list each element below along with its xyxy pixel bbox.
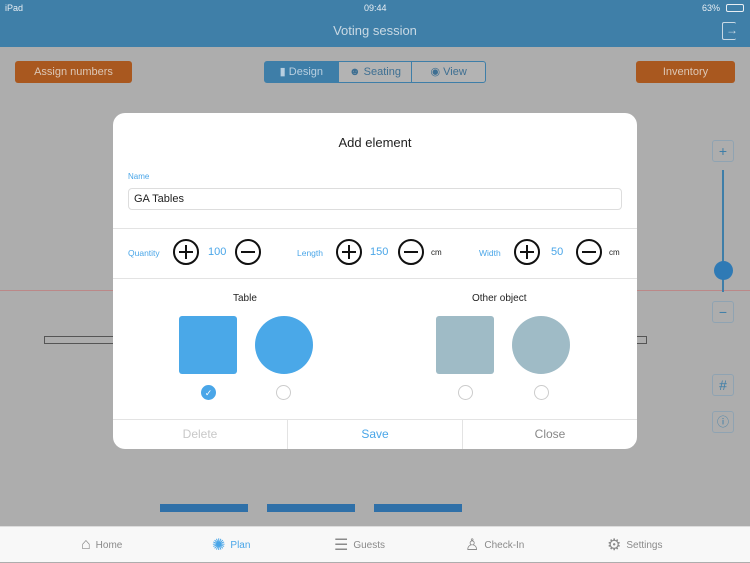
tab-label: Plan [230, 539, 251, 551]
width-unit: cm [609, 248, 620, 257]
tab-label: Check-In [484, 539, 525, 551]
tab-plan[interactable]: ✺ Plan [212, 527, 250, 563]
width-value: 50 [551, 246, 564, 258]
clock: 09:44 [364, 3, 387, 13]
page-title: Voting session [333, 23, 417, 38]
person-check-icon: ♙ [465, 537, 480, 554]
tab-label: View [443, 66, 467, 78]
quantity-value: 100 [208, 246, 227, 258]
mode-segmented-control: ▮ Design ☻ Seating ◉ View [264, 61, 486, 83]
navbar: Voting session [0, 15, 750, 47]
round-table-radio[interactable] [276, 385, 291, 400]
delete-button[interactable]: Delete [113, 420, 288, 449]
zoom-out-button[interactable]: − [712, 301, 734, 323]
inventory-button[interactable]: Inventory [636, 61, 735, 83]
length-label: Length [297, 248, 323, 258]
plan-icon: ✺ [212, 537, 226, 554]
battery-icon [726, 4, 744, 12]
assign-numbers-button[interactable]: Assign numbers [15, 61, 132, 83]
length-decrease-button[interactable] [398, 239, 424, 265]
tab-label: Guests [353, 539, 386, 551]
tab-bar: ⌂ Home ✺ Plan ☰ Guests ♙ Check-In ⚙ Settings [0, 526, 750, 562]
tab-home[interactable]: ⌂ Home [81, 527, 122, 563]
status-bar: iPad 09:44 63% [0, 0, 750, 16]
add-element-dialog: Add element Name Quantity 100 Length 150… [113, 113, 637, 449]
home-icon: ⌂ [81, 536, 91, 553]
round-table-option[interactable] [255, 316, 313, 374]
tab-label: Home [95, 539, 123, 551]
tab-seating[interactable]: ☻ Seating [339, 62, 413, 82]
length-increase-button[interactable] [336, 239, 362, 265]
length-unit: cm [431, 248, 442, 257]
width-decrease-button[interactable] [576, 239, 602, 265]
tab-label: Settings [626, 539, 663, 551]
table-section-label: Table [233, 293, 257, 304]
inventory-label: Inventory [662, 66, 709, 78]
grid-icon[interactable]: # [712, 374, 734, 396]
name-input[interactable] [128, 188, 622, 210]
square-object-option[interactable] [436, 316, 494, 374]
assign-numbers-label: Assign numbers [34, 66, 113, 78]
tab-view[interactable]: ◉ View [412, 62, 485, 82]
tab-guests[interactable]: ☰ Guests [334, 527, 385, 563]
gear-icon: ⚙ [607, 537, 622, 554]
square-object-radio[interactable] [458, 385, 473, 400]
clipboard-icon: ☰ [334, 537, 349, 554]
tab-label: Design [288, 66, 324, 78]
round-object-option[interactable] [512, 316, 570, 374]
round-object-radio[interactable] [534, 385, 549, 400]
logout-icon[interactable] [722, 15, 738, 45]
zoom-in-button[interactable]: + [712, 140, 734, 162]
table-row[interactable] [160, 504, 248, 512]
tab-settings[interactable]: ⚙ Settings [607, 527, 662, 563]
device-name: iPad [5, 3, 24, 13]
table-row[interactable] [267, 504, 355, 512]
length-value: 150 [370, 246, 389, 258]
width-increase-button[interactable] [514, 239, 540, 265]
tab-design[interactable]: ▮ Design [265, 62, 339, 82]
save-button[interactable]: Save [288, 420, 463, 449]
table-row[interactable] [374, 504, 462, 512]
tab-label: Seating [363, 66, 401, 78]
width-label: Width [479, 248, 501, 258]
dialog-title: Add element [338, 135, 412, 150]
zoom-slider-thumb[interactable] [714, 261, 733, 281]
close-button[interactable]: Close [463, 420, 637, 449]
other-object-section-label: Other object [472, 293, 527, 304]
square-table-option[interactable] [179, 316, 237, 374]
quantity-decrease-button[interactable] [235, 239, 261, 265]
quantity-label: Quantity [128, 248, 160, 258]
quantity-increase-button[interactable] [173, 239, 199, 265]
square-table-radio[interactable]: ✓ [201, 385, 216, 400]
name-label: Name [128, 172, 150, 181]
info-icon[interactable]: ⓘ [712, 411, 734, 433]
tab-check-in[interactable]: ♙ Check-In [465, 527, 524, 563]
battery-level: 63% [701, 3, 720, 13]
